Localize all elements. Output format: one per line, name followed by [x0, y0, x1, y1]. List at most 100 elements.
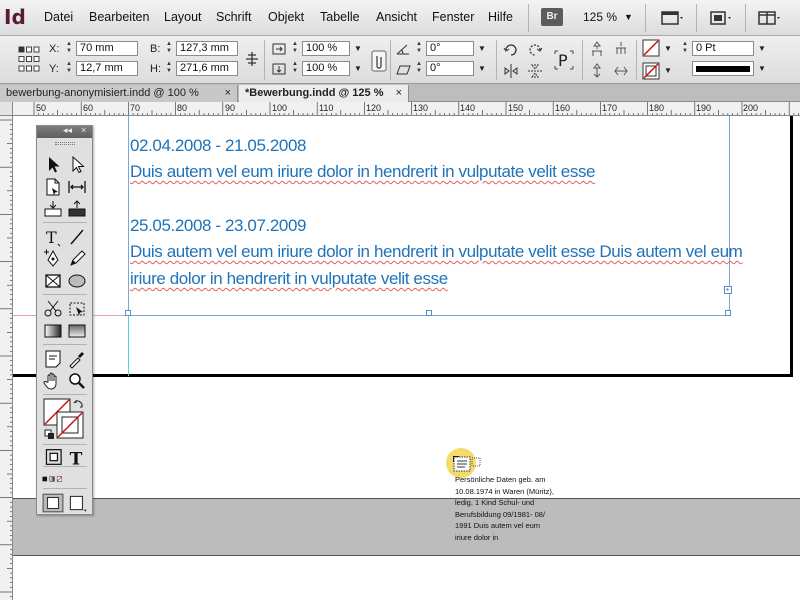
stroke-type-field[interactable] — [692, 61, 754, 76]
constrain-proportions-icon[interactable] — [243, 50, 261, 68]
content-placer-tool[interactable] — [66, 198, 88, 220]
select-content-icon[interactable] — [612, 40, 630, 58]
horizontal-ruler[interactable]: 50 60 70 80 90 100 110 120 130 140 150 1… — [13, 102, 800, 116]
tab-bewerbung-anonymisiert[interactable]: bewerbung-anonymisiert.indd @ 100 % × — [0, 85, 238, 102]
tab-bewerbung[interactable]: *Bewerbung.indd @ 125 % × — [239, 85, 409, 102]
x-field[interactable]: 70 mm — [76, 41, 138, 56]
rectangle-frame-tool[interactable] — [42, 270, 64, 292]
select-previous-icon[interactable] — [588, 62, 606, 80]
scale-y-dropdown-icon[interactable]: ▼ — [352, 61, 364, 76]
reference-point-icon[interactable] — [18, 44, 40, 74]
bridge-button[interactable]: Br — [541, 8, 563, 26]
pen-tool[interactable] — [42, 248, 64, 270]
tools-panel-header[interactable]: ◂◂ × — [37, 125, 92, 138]
stroke-weight-spinner[interactable]: ▲ ▼ — [680, 41, 690, 55]
frame-handle[interactable] — [725, 310, 731, 316]
pencil-tool[interactable] — [66, 248, 88, 270]
gap-tool[interactable] — [66, 176, 88, 198]
menu-ansicht[interactable]: Ansicht — [376, 10, 417, 24]
shear-dropdown-icon[interactable]: ▼ — [476, 61, 488, 76]
arrange-documents-icon[interactable] — [757, 9, 783, 27]
frame-handle[interactable] — [125, 310, 131, 316]
fill-stroke-widget[interactable] — [43, 398, 89, 440]
page[interactable] — [13, 498, 800, 556]
constrain-scale-icon[interactable] — [371, 50, 387, 72]
menu-layout[interactable]: Layout — [164, 10, 202, 24]
menu-fenster[interactable]: Fenster — [432, 10, 474, 24]
scale-x-dropdown-icon[interactable]: ▼ — [352, 41, 364, 56]
flip-vertical-icon[interactable] — [526, 62, 544, 80]
scissors-tool[interactable] — [42, 298, 64, 320]
free-transform-tool[interactable] — [66, 298, 88, 320]
menu-hilfe[interactable]: Hilfe — [488, 10, 513, 24]
y-field[interactable]: 12,7 mm — [76, 61, 138, 76]
gradient-feather-tool[interactable] — [66, 320, 88, 342]
width-field[interactable]: 127,3 mm — [176, 41, 238, 56]
select-next-icon[interactable] — [612, 62, 630, 80]
stroke-weight-field[interactable]: 0 Pt — [692, 41, 754, 56]
zoom-dropdown-icon[interactable]: ▼ — [624, 12, 633, 22]
formatting-affects-container[interactable] — [44, 446, 62, 465]
frame-handle[interactable] — [426, 310, 432, 316]
menu-bearbeiten[interactable]: Bearbeiten — [89, 10, 149, 24]
entry-text: iriure dolor in hendrerit in vulputate v… — [130, 269, 448, 288]
menu-datei[interactable]: Datei — [44, 10, 73, 24]
close-panel-icon[interactable]: × — [81, 125, 86, 135]
rotate-ccw-icon[interactable] — [526, 40, 544, 58]
ellipse-tool[interactable] — [66, 270, 88, 292]
ruler-origin[interactable] — [0, 102, 13, 116]
line-tool[interactable] — [66, 226, 88, 248]
direct-selection-tool[interactable] — [66, 154, 88, 176]
select-container-icon[interactable] — [588, 40, 606, 58]
rotate-cw-icon[interactable] — [502, 40, 520, 58]
type-icon: T — [46, 228, 61, 247]
content-collector-tool[interactable] — [42, 198, 64, 220]
screen-mode-icon[interactable] — [708, 9, 734, 27]
normal-view-mode[interactable] — [42, 492, 64, 513]
note-tool[interactable] — [42, 348, 64, 370]
document-canvas[interactable]: ▸ 02.04.2008 - 21.05.2008 Duis autem vel… — [13, 116, 800, 600]
scale-y-field[interactable]: 100 % — [302, 61, 350, 76]
tools-separator — [43, 344, 87, 345]
menu-objekt[interactable]: Objekt — [268, 10, 304, 24]
text-outport-icon[interactable]: ▸ — [724, 286, 732, 294]
x-spinner[interactable]: ▲ ▼ — [64, 41, 74, 55]
tab-close-icon[interactable]: × — [396, 85, 402, 101]
rotation-spinner[interactable]: ▲ ▼ — [414, 41, 424, 55]
menu-tabelle[interactable]: Tabelle — [320, 10, 360, 24]
collapse-panel-icon[interactable]: ◂◂ — [63, 125, 72, 136]
formatting-affects-text[interactable]: T — [66, 446, 84, 469]
stroke-weight-dropdown-icon[interactable]: ▼ — [756, 41, 768, 56]
eyedropper-tool[interactable] — [66, 348, 88, 370]
fill-swatch-icon[interactable] — [642, 39, 660, 57]
flip-horizontal-icon[interactable] — [502, 62, 520, 80]
scale-x-field[interactable]: 100 % — [302, 41, 350, 56]
height-spinner[interactable]: ▲ ▼ — [164, 61, 174, 75]
width-spinner[interactable]: ▲ ▼ — [164, 41, 174, 55]
tab-close-icon[interactable]: × — [225, 85, 231, 101]
panel-grip[interactable] — [55, 142, 75, 145]
stroke-type-dropdown-icon[interactable]: ▼ — [756, 61, 768, 76]
shear-spinner[interactable]: ▲ ▼ — [414, 61, 424, 75]
menu-schrift[interactable]: Schrift — [216, 10, 251, 24]
y-spinner[interactable]: ▲ ▼ — [64, 61, 74, 75]
height-field[interactable]: 271,6 mm — [176, 61, 238, 76]
fill-dropdown-icon[interactable]: ▼ — [662, 41, 674, 56]
gradient-swatch-tool[interactable] — [42, 320, 64, 342]
zoom-tool[interactable] — [66, 370, 88, 392]
type-tool[interactable]: T — [42, 226, 64, 248]
scale-x-spinner[interactable]: ▲ ▼ — [290, 41, 300, 55]
vertical-ruler[interactable] — [0, 116, 13, 600]
zoom-level[interactable]: 125 % — [583, 10, 617, 24]
rotation-dropdown-icon[interactable]: ▼ — [476, 41, 488, 56]
stroke-dropdown-icon[interactable]: ▼ — [662, 63, 674, 78]
preview-view-mode[interactable] — [66, 492, 87, 512]
scale-y-spinner[interactable]: ▲ ▼ — [290, 61, 300, 75]
shear-field[interactable]: 0° — [426, 61, 474, 76]
hand-tool[interactable] — [42, 370, 64, 392]
page-tool[interactable] — [42, 176, 64, 198]
view-options-icon[interactable] — [660, 9, 686, 27]
selection-tool[interactable] — [42, 154, 64, 176]
rotation-field[interactable]: 0° — [426, 41, 474, 56]
stroke-swatch-icon[interactable] — [642, 62, 660, 80]
